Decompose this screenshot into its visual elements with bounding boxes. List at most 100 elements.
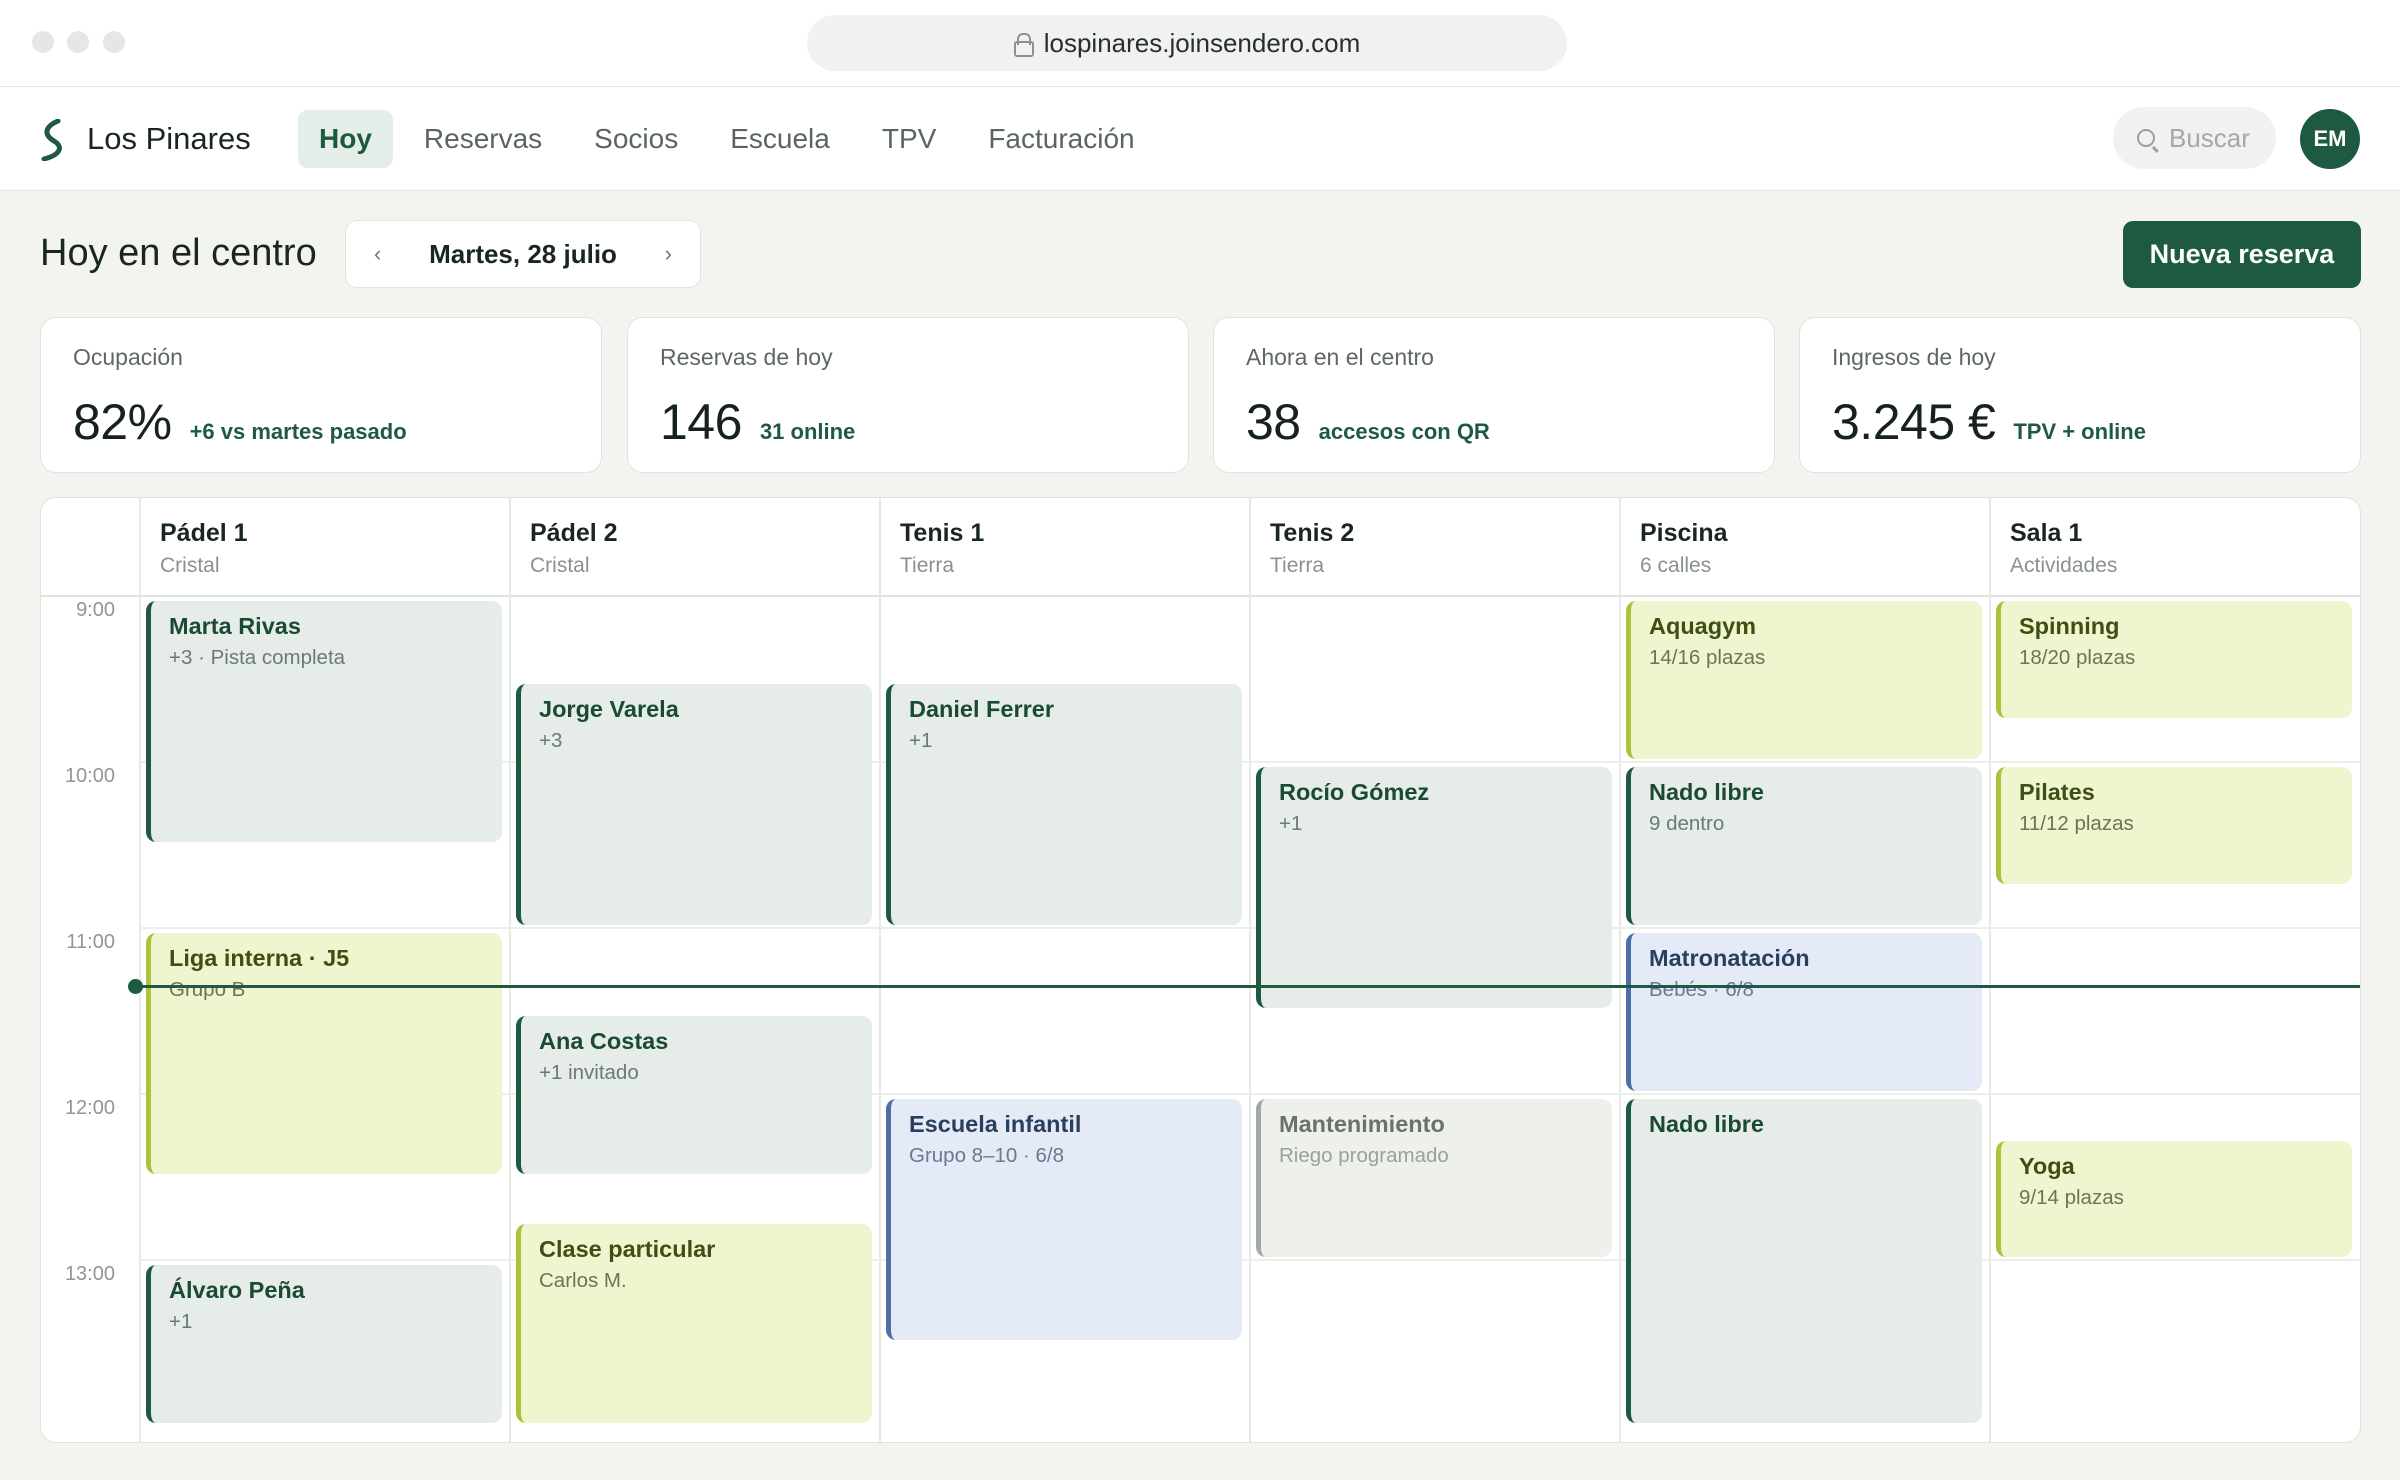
nav-tab-hoy[interactable]: Hoy <box>298 110 393 168</box>
next-day-icon[interactable]: › <box>665 241 672 267</box>
hour-gridline <box>139 927 2360 929</box>
calendar-event-booking[interactable]: Nado libre <box>1626 1099 1982 1423</box>
event-title: Jorge Varela <box>539 696 679 722</box>
header-divider <box>41 595 2360 597</box>
column-divider <box>139 498 141 1442</box>
event-detail: Grupo B <box>169 978 246 1001</box>
stat-note: TPV + online <box>2013 419 2146 444</box>
event-detail: Grupo 8–10 · 6/8 <box>909 1144 1064 1167</box>
prev-day-icon[interactable]: ‹ <box>374 241 381 267</box>
calendar-event-class[interactable]: Liga interna · J5 Grupo B <box>146 933 502 1174</box>
current-time-dot <box>128 979 143 995</box>
resource-type: 6 calles <box>1640 554 1712 577</box>
calendar-event-booking[interactable]: Álvaro Peña +1 <box>146 1265 502 1423</box>
stat-note: 31 online <box>759 419 856 444</box>
resource-column-header: Piscina 6 calles <box>1640 519 1728 578</box>
window-maximize-dot[interactable] <box>103 31 125 53</box>
event-title: Álvaro Peña <box>169 1277 305 1303</box>
calendar-event-class[interactable]: Yoga 9/14 plazas <box>1996 1140 2352 1257</box>
stat-label: Ahora en el centro <box>1246 344 1434 370</box>
stat-card-now-in-center: Ahora en el centro 38 accesos con QR <box>1213 317 1775 473</box>
resource-name: Pádel 2 <box>530 519 618 547</box>
search-icon <box>2137 129 2155 147</box>
calendar-event-class[interactable]: Aquagym 14/16 plazas <box>1626 601 1982 759</box>
calendar-event-booking[interactable]: Daniel Ferrer +1 <box>886 684 1242 925</box>
calendar-event-class[interactable]: Clase particular Carlos M. <box>516 1223 872 1423</box>
calendar-event-maintenance[interactable]: Mantenimiento Riego programado <box>1256 1099 1612 1257</box>
resource-name: Tenis 1 <box>900 519 985 547</box>
nav-tab-facturacion[interactable]: Facturación <box>967 110 1155 168</box>
resource-column-header: Tenis 1 Tierra <box>900 519 984 578</box>
stat-card-occupancy: Ocupación 82% +6 vs martes pasado <box>40 317 602 473</box>
column-divider <box>1989 498 1991 1442</box>
new-booking-button[interactable]: Nueva reserva <box>2123 221 2361 288</box>
resource-column-header: Tenis 2 Tierra <box>1270 519 1354 578</box>
nav-tab-reservas[interactable]: Reservas <box>403 110 563 168</box>
search-placeholder: Buscar <box>2169 122 2250 153</box>
calendar-event-booking[interactable]: Nado libre 9 dentro <box>1626 767 1982 925</box>
window-minimize-dot[interactable] <box>67 31 89 53</box>
stat-value: 3.245 € <box>1832 394 1996 450</box>
event-detail: +1 <box>909 729 933 752</box>
time-label: 9:00 <box>76 599 115 621</box>
brand-logo-icon <box>41 119 62 161</box>
resource-calendar: Pádel 1 Cristal Pádel 2 Cristal Tenis 1 Tierr… <box>40 497 2361 1443</box>
stat-note: accesos con QR <box>1318 419 1490 444</box>
stat-value: 82% <box>73 394 172 450</box>
event-detail: 18/20 plazas <box>2019 646 2136 669</box>
event-title: Liga interna · J5 <box>169 945 350 971</box>
stat-note: +6 vs martes pasado <box>189 419 407 444</box>
stat-label: Ocupación <box>73 344 183 370</box>
stat-label: Ingresos de hoy <box>1832 344 1996 370</box>
current-date[interactable]: Martes, 28 julio <box>429 239 617 270</box>
resource-name: Tenis 2 <box>1270 519 1355 547</box>
time-label: 11:00 <box>66 931 115 953</box>
event-title: Nado libre <box>1649 1111 1764 1137</box>
event-detail: +1 invitado <box>539 1061 639 1084</box>
nav-tab-socios[interactable]: Socios <box>573 110 699 168</box>
page-title: Hoy en el centro <box>40 232 317 274</box>
event-title: Spinning <box>2019 613 2120 639</box>
stat-value: 146 <box>660 394 742 450</box>
window-close-dot[interactable] <box>32 31 54 53</box>
browser-chrome: lospinares.joinsendero.com <box>0 0 2400 87</box>
calendar-event-school[interactable]: Escuela infantil Grupo 8–10 · 6/8 <box>886 1099 1242 1340</box>
hour-gridline <box>139 1259 2360 1261</box>
time-label: 12:00 <box>64 1097 115 1119</box>
calendar-event-class[interactable]: Spinning 18/20 plazas <box>1996 601 2352 718</box>
event-detail: Riego programado <box>1279 1144 1449 1167</box>
calendar-event-school[interactable]: Matronatación Bebés · 6/8 <box>1626 933 1982 1091</box>
nav-tab-escuela[interactable]: Escuela <box>709 110 851 168</box>
main-nav: Hoy Reservas Socios Escuela TPV Facturac… <box>298 110 1166 168</box>
time-label: 10:00 <box>64 765 115 787</box>
calendar-event-booking[interactable]: Marta Rivas +3 · Pista completa <box>146 601 502 842</box>
nav-tab-tpv[interactable]: TPV <box>861 110 957 168</box>
event-detail: Bebés · 6/8 <box>1649 978 1754 1001</box>
event-title: Mantenimiento <box>1279 1111 1445 1137</box>
calendar-event-class[interactable]: Pilates 11/12 plazas <box>1996 767 2352 884</box>
date-picker: ‹ Martes, 28 julio › <box>345 220 701 288</box>
search-input[interactable]: Buscar <box>2113 107 2276 169</box>
calendar-event-booking[interactable]: Jorge Varela +3 <box>516 684 872 925</box>
resource-name: Pádel 1 <box>160 519 248 547</box>
resource-type: Actividades <box>2010 554 2118 577</box>
event-detail: 14/16 plazas <box>1649 646 1766 669</box>
event-detail: 11/12 plazas <box>2019 812 2134 835</box>
calendar-event-booking[interactable]: Ana Costas +1 invitado <box>516 1016 872 1174</box>
event-title: Escuela infantil <box>909 1111 1082 1137</box>
time-label: 13:00 <box>64 1263 115 1285</box>
resource-name: Sala 1 <box>2010 519 2083 547</box>
event-title: Pilates <box>2019 779 2095 805</box>
address-bar[interactable]: lospinares.joinsendero.com <box>807 15 1567 71</box>
stat-label: Reservas de hoy <box>660 344 833 370</box>
event-detail: +1 <box>1279 812 1303 835</box>
event-detail: 9/14 plazas <box>2019 1185 2124 1209</box>
calendar-event-booking[interactable]: Rocío Gómez +1 <box>1256 767 1612 1008</box>
column-divider <box>509 498 511 1442</box>
user-avatar[interactable]: EM <box>2300 109 2360 169</box>
event-title: Ana Costas <box>539 1028 669 1054</box>
event-title: Matronatación <box>1649 945 1810 971</box>
resource-type: Cristal <box>160 554 220 577</box>
event-title: Daniel Ferrer <box>909 696 1054 722</box>
resource-name: Piscina <box>1640 519 1728 547</box>
